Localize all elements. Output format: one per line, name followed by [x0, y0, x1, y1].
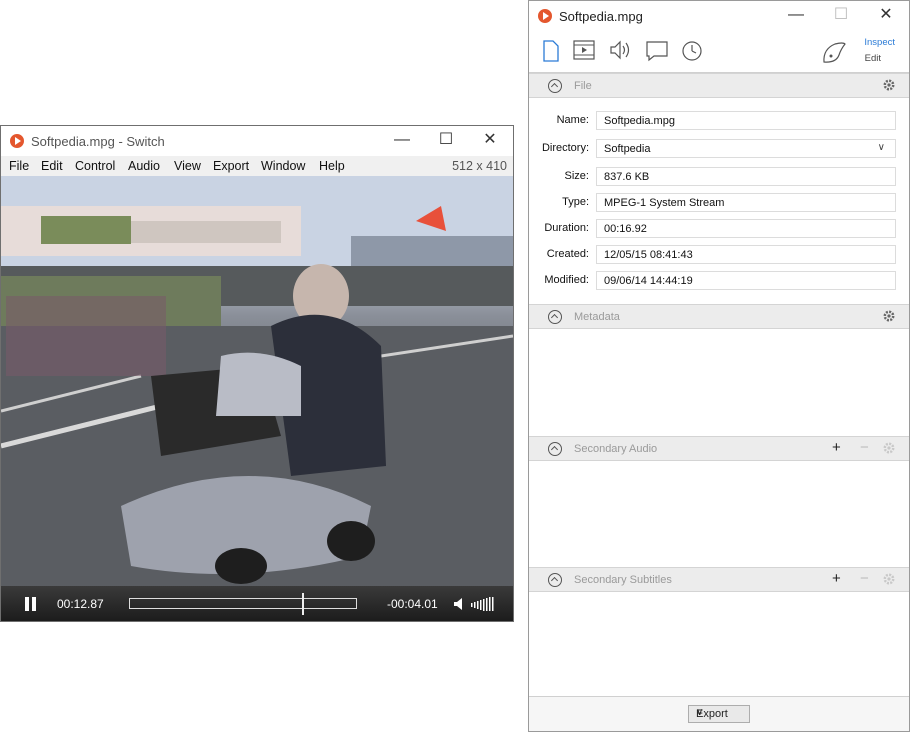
collapse-chevron-icon[interactable]: [548, 573, 562, 587]
maximize-button[interactable]: ☐: [423, 126, 469, 156]
remaining-time: -00:04.01: [387, 597, 438, 611]
menu-edit[interactable]: Edit: [41, 159, 63, 173]
menu-window[interactable]: Window: [261, 159, 305, 173]
file-section-title: File: [574, 80, 592, 92]
type-field[interactable]: MPEG-1 System Stream: [596, 193, 896, 212]
menu-view[interactable]: View: [174, 159, 201, 173]
player-titlebar: Softpedia.mpg - Switch — ☐ ✕: [1, 126, 513, 156]
secondary-subtitles-title: Secondary Subtitles: [574, 574, 672, 586]
secondary-subtitles-section-header[interactable]: Secondary Subtitles + −: [529, 567, 909, 592]
volume-slider[interactable]: [471, 597, 497, 611]
secondary-audio-title: Secondary Audio: [574, 443, 658, 455]
chevron-down-icon: ∨: [877, 142, 885, 153]
resolution-label: 512 x 410: [452, 159, 507, 173]
pause-icon[interactable]: [23, 597, 37, 611]
created-label: Created:: [546, 248, 589, 260]
inspector-toolbar: Inspect Edit: [529, 31, 909, 73]
modified-label: Modified:: [544, 274, 589, 286]
volume-icon[interactable]: [453, 597, 467, 611]
close-button[interactable]: ✕: [863, 1, 909, 31]
gear-icon[interactable]: [882, 309, 896, 323]
video-scene: [1, 176, 513, 586]
type-label: Type:: [562, 196, 589, 208]
metadata-section-title: Metadata: [574, 311, 620, 323]
duration-label: Duration:: [544, 222, 589, 234]
player-title: Softpedia.mpg - Switch: [31, 134, 165, 149]
video-track-icon[interactable]: [573, 40, 595, 60]
inspector-window: Softpedia.mpg — ☐ ✕ Inspect Edit File Na…: [528, 0, 910, 732]
video-frame[interactable]: [1, 176, 513, 586]
menu-audio[interactable]: Audio: [128, 159, 160, 173]
subtitle-track-icon[interactable]: [645, 40, 669, 62]
gear-icon[interactable]: [882, 441, 896, 455]
close-button[interactable]: ✕: [467, 126, 513, 156]
directory-select[interactable]: Softpedia ∨: [596, 139, 896, 158]
playback-controls: 00:12.87 -00:04.01: [1, 586, 513, 621]
directory-label: Directory:: [541, 142, 589, 154]
inspector-title: Softpedia.mpg: [559, 9, 643, 24]
menu-file[interactable]: File: [9, 159, 29, 173]
export-button[interactable]: Export ∨: [688, 705, 750, 723]
switch-app-icon: [538, 9, 552, 23]
chevron-down-icon: ∨: [696, 707, 704, 718]
gear-icon[interactable]: [882, 572, 896, 586]
duration-field[interactable]: 00:16.92: [596, 219, 896, 238]
gear-icon[interactable]: [882, 78, 896, 92]
modified-field[interactable]: 09/06/14 14:44:19: [596, 271, 896, 290]
inspector-footer: Export ∨: [529, 696, 909, 731]
name-label: Name:: [556, 114, 589, 126]
size-field[interactable]: 837.6 KB: [596, 167, 896, 186]
file-icon[interactable]: [543, 40, 559, 62]
secondary-audio-section-header[interactable]: Secondary Audio + −: [529, 436, 909, 461]
maximize-button[interactable]: ☐: [818, 1, 864, 31]
name-field[interactable]: Softpedia.mpg: [596, 111, 896, 130]
created-field[interactable]: 12/05/15 08:41:43: [596, 245, 896, 264]
inspector-titlebar: Softpedia.mpg — ☐ ✕: [529, 1, 909, 31]
collapse-chevron-icon[interactable]: [548, 310, 562, 324]
player-window: Softpedia.mpg - Switch — ☐ ✕ File Edit C…: [0, 125, 514, 622]
menu-help[interactable]: Help: [319, 159, 345, 173]
collapse-chevron-icon[interactable]: [548, 79, 562, 93]
minimize-button[interactable]: —: [379, 126, 425, 156]
remove-icon[interactable]: −: [860, 440, 869, 456]
menu-control[interactable]: Control: [75, 159, 115, 173]
seek-bar[interactable]: [129, 593, 357, 615]
menu-export[interactable]: Export: [213, 159, 249, 173]
switch-app-icon: [10, 134, 24, 148]
size-label: Size:: [564, 170, 589, 182]
chapters-clock-icon[interactable]: [681, 40, 703, 62]
inspect-label[interactable]: Inspect: [864, 37, 895, 48]
metadata-section-header[interactable]: Metadata: [529, 304, 909, 329]
elapsed-time: 00:12.87: [57, 597, 104, 611]
minimize-button[interactable]: —: [773, 1, 819, 31]
file-section-header[interactable]: File: [529, 73, 909, 98]
seek-handle[interactable]: [301, 593, 304, 615]
inspect-edit-toggle[interactable]: Inspect Edit: [819, 35, 895, 69]
directory-value: Softpedia: [604, 143, 651, 155]
audio-track-icon[interactable]: [609, 40, 633, 60]
inspect-icon: [823, 42, 846, 63]
remove-icon[interactable]: −: [860, 571, 869, 587]
add-icon[interactable]: +: [832, 571, 841, 587]
collapse-chevron-icon[interactable]: [548, 442, 562, 456]
add-icon[interactable]: +: [832, 440, 841, 456]
player-menubar: File Edit Control Audio View Export Wind…: [1, 156, 513, 176]
edit-label[interactable]: Edit: [865, 53, 881, 64]
